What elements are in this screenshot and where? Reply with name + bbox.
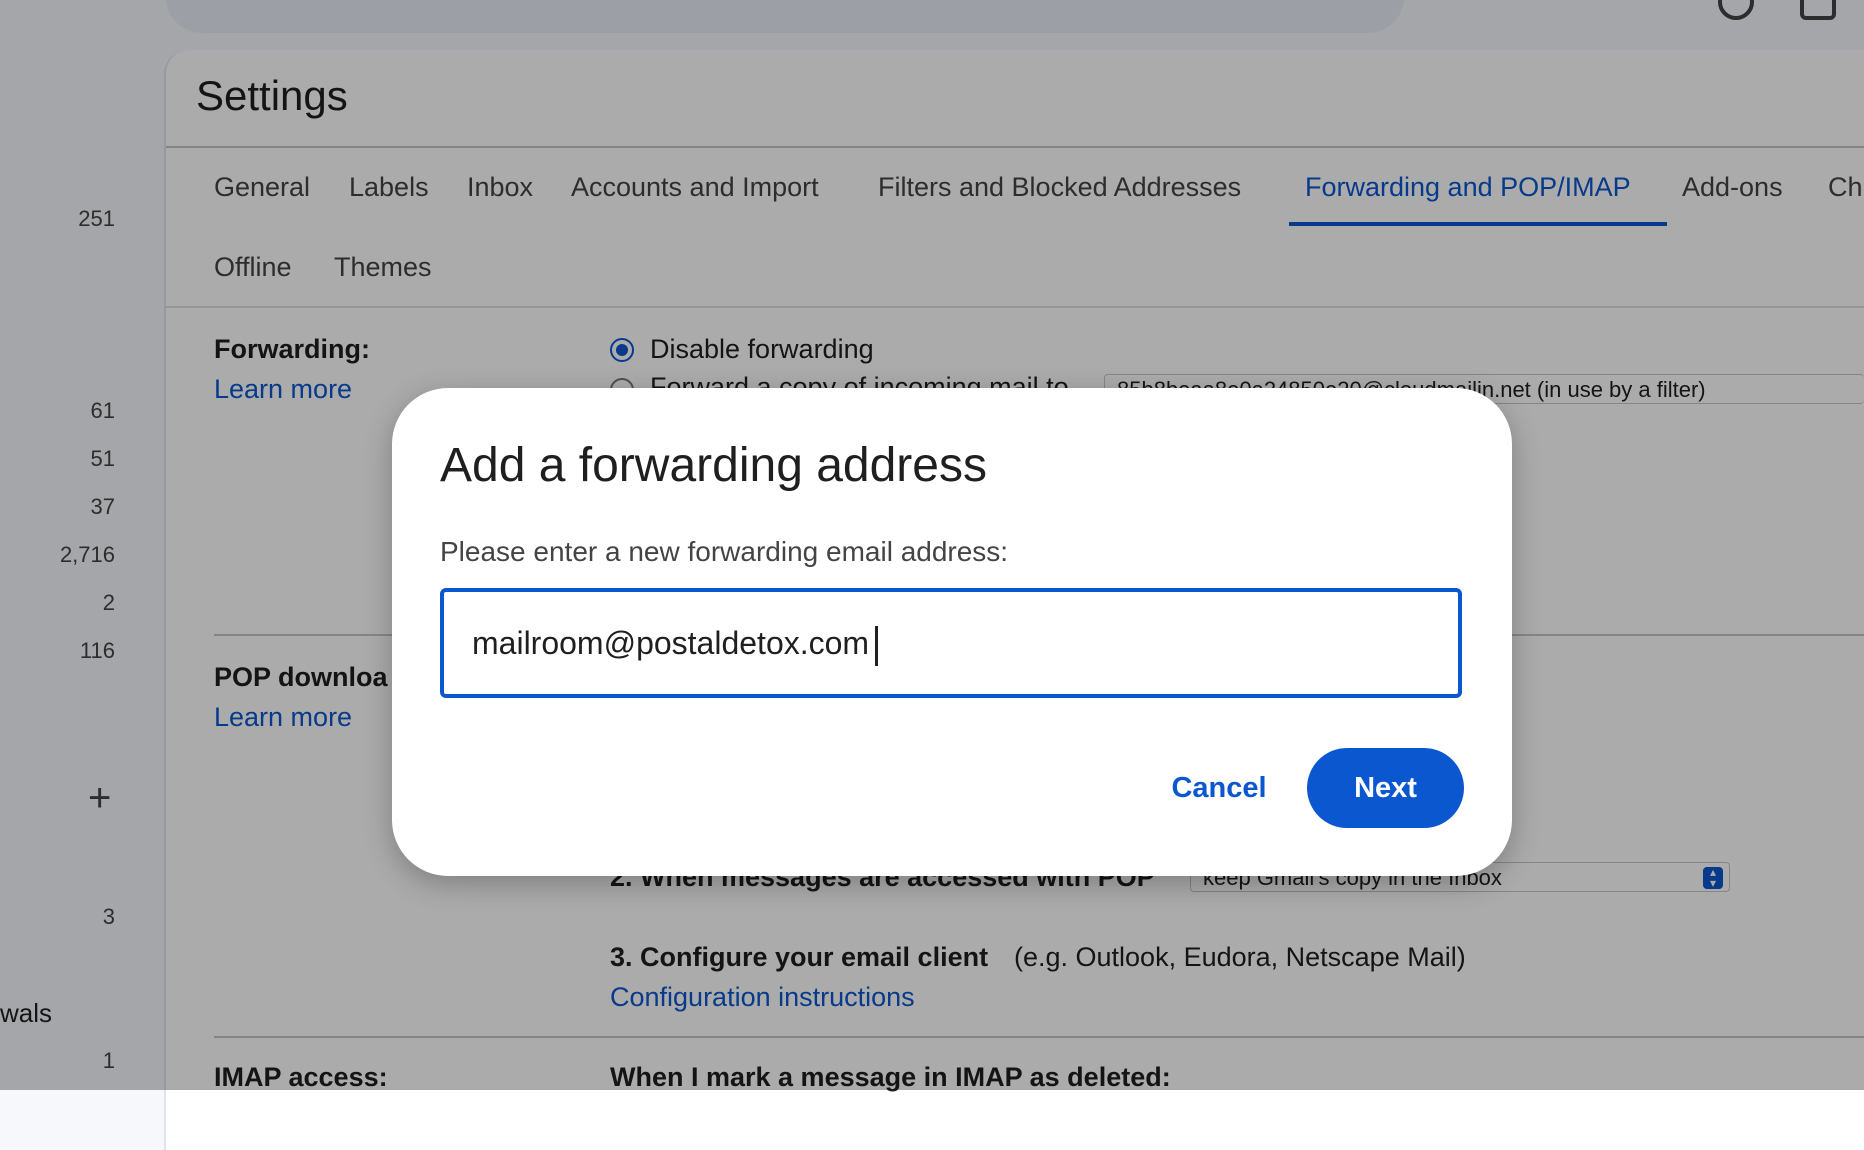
dialog-title: Add a forwarding address — [440, 439, 987, 492]
cancel-button[interactable]: Cancel — [1154, 748, 1284, 828]
forwarding-email-input[interactable] — [440, 588, 1462, 698]
text-caret — [875, 626, 878, 666]
dialog-prompt: Please enter a new forwarding email addr… — [440, 536, 1009, 567]
next-button[interactable]: Next — [1307, 748, 1464, 828]
add-forwarding-address-dialog: Add a forwarding address Please enter a … — [392, 388, 1512, 876]
